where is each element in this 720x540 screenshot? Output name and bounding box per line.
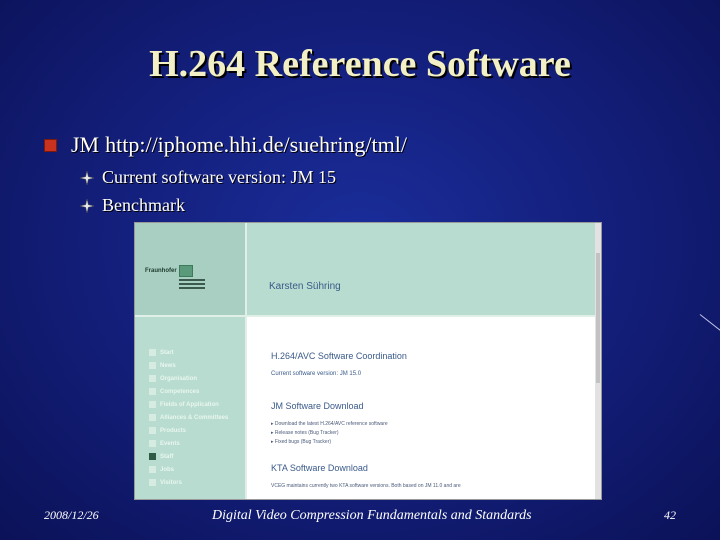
nav-bullet-icon: [149, 440, 156, 447]
sub-bullet-text: Current software version: JM 15: [102, 167, 336, 187]
jm-url-link[interactable]: http://iphome.hhi.de/suehring/tml/: [105, 132, 407, 157]
nav-bullet-icon: [149, 466, 156, 473]
side-nav: Start News Organisation Competences Fiel…: [135, 317, 245, 499]
decorative-line: [699, 314, 720, 336]
sub-bullet-version: Current software version: JM 15: [80, 167, 336, 188]
website-screenshot: Fraunhofer Karsten Sühring Start News Or…: [134, 222, 602, 500]
kta-note: VCEG maintains currently two KTA softwar…: [271, 483, 461, 489]
square-bullet-icon: [44, 138, 57, 152]
nav-item-products[interactable]: Products: [149, 427, 186, 434]
nav-item-jobs[interactable]: Jobs: [149, 466, 174, 473]
nav-item-news[interactable]: News: [149, 362, 176, 369]
nav-item-staff[interactable]: Staff: [149, 453, 173, 460]
bullet-jm-label: JM: [71, 132, 100, 157]
heading-coordination: H.264/AVC Software Coordination: [271, 351, 407, 361]
heading-jm-download: JM Software Download: [271, 401, 364, 411]
footer-page-number: 42: [664, 508, 676, 522]
scrollbar-thumb[interactable]: [596, 253, 600, 383]
current-version-text: Current software version: JM 15.0: [271, 371, 362, 377]
nav-item-start[interactable]: Start: [149, 349, 174, 356]
nav-bullet-icon: [149, 414, 156, 421]
page-content: H.264/AVC Software Coordination Current …: [247, 317, 595, 499]
header-right-panel: [247, 223, 595, 315]
nav-item-organisation[interactable]: Organisation: [149, 375, 197, 382]
sub-bullet-text: Benchmark: [102, 195, 185, 215]
logo-text-line: [179, 279, 205, 281]
nav-item-visitors[interactable]: Visitors: [149, 479, 182, 486]
header-left-panel: Fraunhofer: [135, 223, 245, 315]
nav-bullet-icon: [149, 375, 156, 382]
nav-bullet-icon: [149, 479, 156, 486]
nav-item-alliances[interactable]: Alliances & Committees: [149, 414, 228, 421]
logo-text-line: [179, 287, 205, 289]
footer-date: 2008/12/26: [44, 508, 99, 522]
nav-item-events[interactable]: Events: [149, 440, 180, 447]
nav-bullet-icon: [149, 388, 156, 395]
logo-mark-icon: [179, 265, 193, 277]
nav-bullet-icon: [149, 362, 156, 369]
nav-item-competences[interactable]: Competences: [149, 388, 199, 395]
heading-kta-download: KTA Software Download: [271, 463, 368, 473]
jm-link-fixed-bugs[interactable]: ▸ Fixed bugs (Bug Tracker): [271, 439, 331, 445]
nav-bullet-icon: [149, 401, 156, 408]
nav-bullet-icon: [149, 349, 156, 356]
nav-item-fields[interactable]: Fields of Application: [149, 401, 219, 408]
four-point-star-icon: [80, 198, 94, 213]
sub-bullet-benchmark: Benchmark: [80, 195, 185, 216]
scrollbar[interactable]: [595, 223, 601, 499]
footer-course-title: Digital Video Compression Fundamentals a…: [212, 508, 532, 523]
nav-bullet-icon: [149, 427, 156, 434]
logo-word: Fraunhofer: [145, 268, 177, 274]
fraunhofer-logo: Fraunhofer: [145, 265, 205, 295]
bullet-jm: JM http://iphome.hhi.de/suehring/tml/: [44, 132, 407, 158]
jm-link-release-notes[interactable]: ▸ Release notes (Bug Tracker): [271, 430, 339, 436]
person-name: Karsten Sühring: [269, 281, 341, 292]
nav-bullet-active-icon: [149, 453, 156, 460]
jm-link-download[interactable]: ▸ Download the latest H.264/AVC referenc…: [271, 421, 388, 427]
logo-text-line: [179, 283, 205, 285]
slide-title: H.264 Reference Software: [149, 43, 571, 85]
four-point-star-icon: [80, 170, 94, 185]
